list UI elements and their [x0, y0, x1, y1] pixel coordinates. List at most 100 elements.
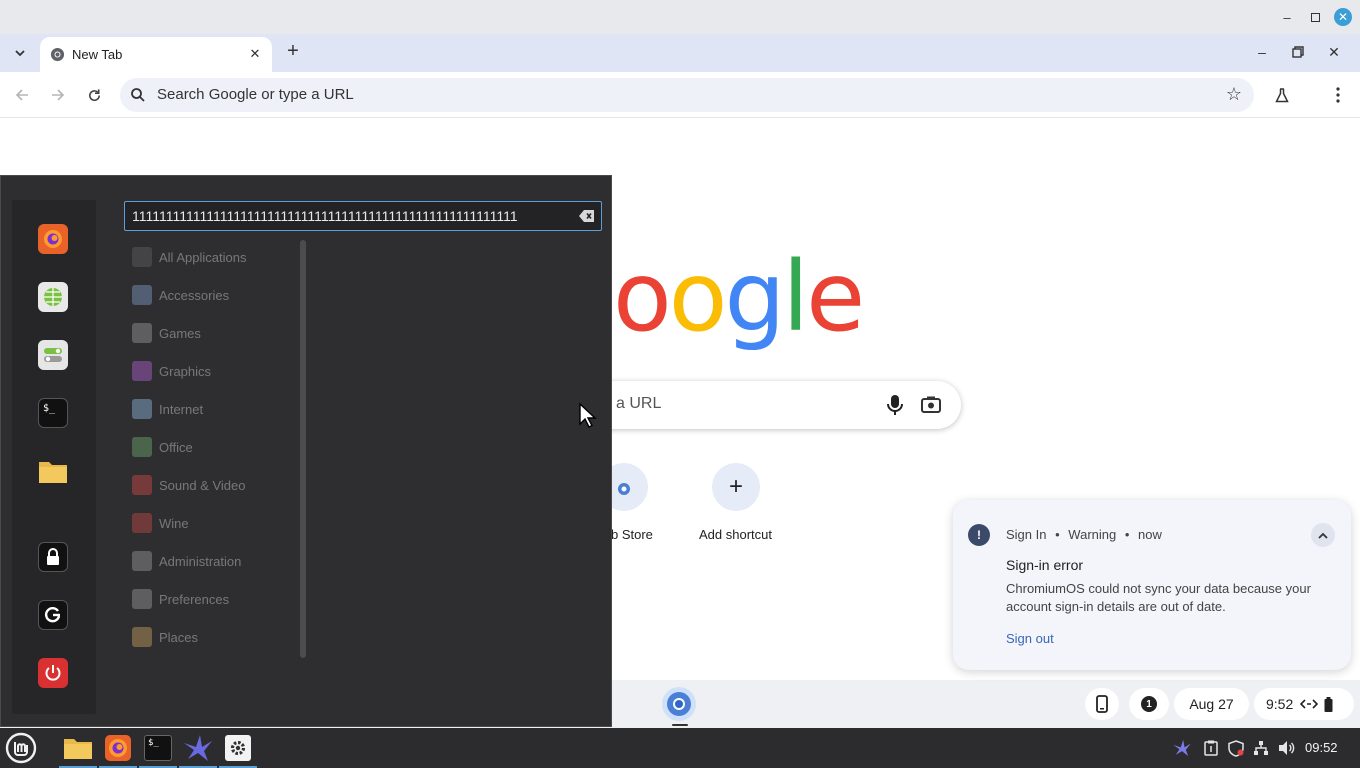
- panel-terminal-app[interactable]: $_: [139, 728, 177, 768]
- chrome-restore-button[interactable]: [1287, 42, 1309, 62]
- network-code-icon: [1300, 699, 1319, 709]
- window-minimize-button[interactable]: –: [1278, 8, 1296, 26]
- chevron-down-icon: [15, 49, 25, 56]
- arrow-right-icon: [52, 89, 65, 101]
- terminal-icon: $_: [144, 735, 172, 761]
- clear-search-icon[interactable]: [579, 209, 595, 223]
- category-label: Accessories: [159, 287, 230, 303]
- terminal-icon[interactable]: $_: [38, 398, 68, 428]
- notification-counter-button[interactable]: 1: [1129, 688, 1169, 720]
- firefox-icon: [105, 735, 131, 761]
- category-icon: [132, 361, 152, 381]
- tab-search-button[interactable]: [8, 41, 32, 65]
- category-label: All Applications: [159, 249, 247, 265]
- window-maximize-button[interactable]: [1306, 8, 1324, 26]
- category-item[interactable]: Sound & Video: [124, 470, 294, 500]
- category-icon: [132, 323, 152, 343]
- menu-search-input[interactable]: 1111111111111111111111111111111111111111…: [124, 201, 602, 231]
- category-list: All Applications Accessories Games Graphics…: [124, 242, 294, 682]
- notification-collapse-button[interactable]: [1311, 523, 1335, 547]
- reload-button[interactable]: [82, 83, 106, 107]
- category-icon: [132, 247, 152, 267]
- files-folder-icon[interactable]: [38, 456, 68, 486]
- more-vert-icon: [1336, 87, 1340, 103]
- tray-network-icon[interactable]: [1251, 738, 1271, 758]
- shelf-chrome-app[interactable]: [662, 687, 696, 721]
- tray-vm-icon[interactable]: [1172, 738, 1192, 758]
- category-icon: [132, 399, 152, 419]
- tab-close-button[interactable]: ✕: [246, 45, 264, 63]
- microphone-icon[interactable]: [885, 393, 905, 417]
- arrow-left-icon: [15, 89, 28, 101]
- web-browser-icon[interactable]: [38, 282, 68, 312]
- category-item[interactable]: Preferences: [124, 584, 294, 614]
- notification-header: Sign In • Warning • now: [1006, 527, 1162, 542]
- category-item[interactable]: All Applications: [124, 242, 294, 272]
- window-close-button[interactable]: ✕: [1334, 8, 1352, 26]
- ntp-search-box[interactable]: a URL: [560, 381, 961, 429]
- bird-icon: [184, 735, 212, 761]
- mint-logo-icon: [5, 732, 37, 764]
- chrome-minimize-button[interactable]: –: [1251, 42, 1273, 62]
- favorites-column: $_: [12, 200, 96, 714]
- category-label: Graphics: [159, 363, 212, 379]
- tray-volume-icon[interactable]: [1277, 738, 1297, 758]
- phone-hub-button[interactable]: [1085, 688, 1119, 720]
- category-item[interactable]: Internet: [124, 394, 294, 424]
- tab-new-tab[interactable]: New Tab ✕: [40, 37, 272, 72]
- warning-info-icon: !: [968, 524, 990, 546]
- ntp-search-placeholder: a URL: [616, 395, 662, 412]
- category-item[interactable]: Games: [124, 318, 294, 348]
- panel-firefox-app[interactable]: [99, 728, 137, 768]
- browser-toolbar: Search Google or type a URL ☆: [0, 72, 1360, 118]
- tray-clipboard-icon[interactable]: [1201, 738, 1221, 758]
- category-item[interactable]: Wine: [124, 508, 294, 538]
- category-item[interactable]: Graphics: [124, 356, 294, 386]
- power-icon[interactable]: [38, 658, 68, 688]
- category-label: Sound & Video: [159, 477, 246, 493]
- tab-strip: New Tab ✕ + – ✕: [0, 34, 1360, 72]
- chrome-close-button[interactable]: ✕: [1323, 42, 1345, 62]
- notification-source: Sign In: [1006, 527, 1047, 542]
- chrome-icon: [667, 692, 691, 716]
- panel-vm-app[interactable]: [179, 728, 217, 768]
- chrome-menu-button[interactable]: [1326, 83, 1350, 107]
- omnibox-placeholder: Search Google or type a URL: [157, 86, 354, 103]
- category-item[interactable]: Office: [124, 432, 294, 462]
- logout-icon[interactable]: [38, 600, 68, 630]
- shelf-app-indicator: [672, 724, 688, 726]
- category-item[interactable]: Accessories: [124, 280, 294, 310]
- firefox-icon[interactable]: [38, 224, 68, 254]
- category-icon: [132, 551, 152, 571]
- labs-button[interactable]: [1270, 83, 1294, 107]
- notification-count-badge: 1: [1141, 696, 1157, 712]
- settings-toggles-icon[interactable]: [38, 340, 68, 370]
- camera-icon[interactable]: [920, 395, 942, 415]
- category-scrollbar[interactable]: [300, 240, 306, 658]
- category-item[interactable]: Places: [124, 622, 294, 652]
- new-tab-button[interactable]: +: [282, 40, 304, 62]
- panel-clock[interactable]: 09:52: [1305, 740, 1338, 755]
- lock-screen-icon[interactable]: [38, 542, 68, 572]
- application-menu: $_ 1111111111111111111111111111111111111…: [0, 175, 612, 727]
- status-area-button[interactable]: 9:52: [1254, 688, 1354, 720]
- forward-button[interactable]: [46, 83, 70, 107]
- panel-settings-app[interactable]: [219, 728, 257, 768]
- category-icon: [132, 285, 152, 305]
- bookmark-star-icon[interactable]: ☆: [1226, 84, 1242, 105]
- category-item[interactable]: Administration: [124, 546, 294, 576]
- tray-shield-icon[interactable]: [1226, 738, 1246, 758]
- phone-icon: [1096, 695, 1108, 713]
- mint-menu-button[interactable]: [5, 732, 37, 764]
- bird-icon: [1173, 739, 1191, 757]
- omnibox[interactable]: Search Google or type a URL ☆: [120, 78, 1254, 112]
- chrome-favicon-icon: [50, 47, 65, 62]
- tab-title: New Tab: [72, 47, 123, 62]
- add-shortcut-button[interactable]: +: [712, 463, 760, 511]
- category-label: Administration: [159, 553, 242, 569]
- panel-files-app[interactable]: [59, 728, 97, 768]
- back-button[interactable]: [10, 83, 34, 107]
- sign-out-button[interactable]: Sign out: [1006, 631, 1054, 646]
- date-tray-button[interactable]: Aug 27: [1174, 688, 1249, 720]
- shelf-time: 9:52: [1266, 696, 1294, 712]
